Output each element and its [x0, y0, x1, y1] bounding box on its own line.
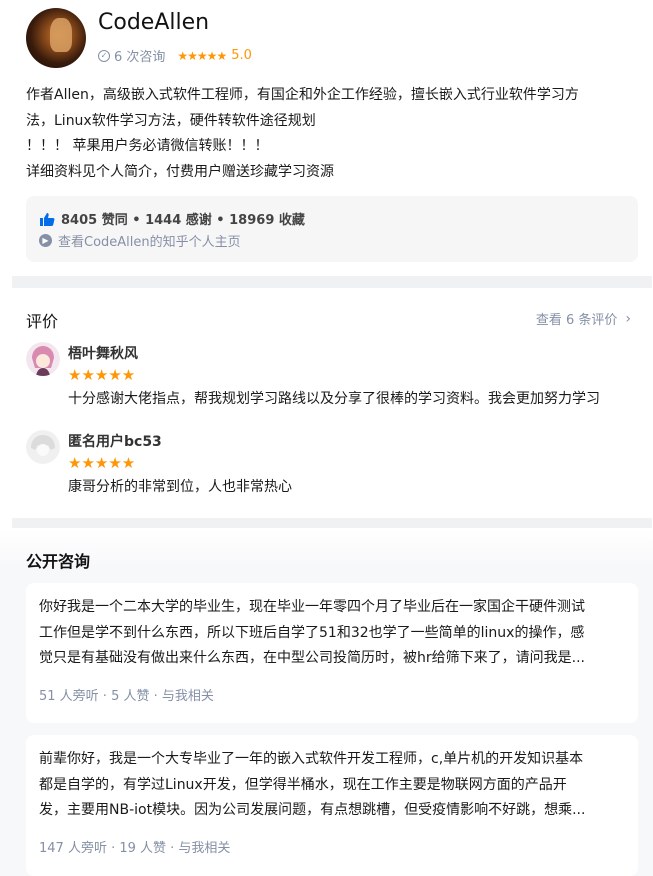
question-line: 你好我是一个二本大学的毕业生，现在毕业一年零四个月了毕业后在一家国企干硬件测试: [39, 599, 585, 615]
stats-card: 8405 赞同 • 1444 感谢 • 18969 收藏 ▶ 查看CodeAll…: [26, 196, 638, 262]
profile-name[interactable]: CodeAllen: [98, 10, 209, 35]
consult-count: 6 次咨询: [114, 50, 166, 65]
check-circle-icon: ✓: [98, 49, 110, 62]
arrow-right-circle-icon: ▶: [39, 234, 52, 247]
reviewer-name: 匿名用户bc53: [68, 434, 162, 450]
view-all-reviews-text: 查看 6 条评价: [535, 313, 618, 328]
profile-meta: ✓ 6 次咨询 ★★★★★ 5.0: [98, 46, 252, 65]
question-line: 发，主要用NB-iot模块。因为公司发展问题，有点想跳槽，但受疫情影响不好跳，想…: [39, 802, 586, 818]
question-line: 前辈你好，我是一个大专毕业了一年的嵌入式软件开发工程师，c,单片机的开发知识基本: [39, 751, 584, 767]
profile-avatar[interactable]: [26, 8, 86, 68]
rating-stars: ★★★★★: [177, 48, 227, 63]
view-all-reviews-link[interactable]: 查看 6 条评价 ›: [535, 309, 631, 329]
question-line: 工作但是学不到什么东西，所以下班后自学了51和32也学了一些简单的linux的操…: [39, 624, 585, 641]
intro-line: 作者Allen，高级嵌入式软件工程师，有国企和外企工作经验，擅长嵌入式行业软件学…: [26, 87, 579, 103]
stats-line: 8405 赞同 • 1444 感谢 • 18969 收藏: [39, 209, 305, 228]
intro-line: ！！！ 苹果用户务必请微信转账！！！: [26, 138, 269, 154]
consult-meta: 51 人旁听 · 5 人赞 · 与我相关: [39, 689, 214, 704]
review-item: 梧叶舞秋风 ★★★★★ 十分感谢大佬指点，帮我规划学习路线以及分享了很棒的学习资…: [26, 342, 653, 422]
reviews-section: 评价 查看 6 条评价 › 梧叶舞秋风 ★★★★★ 十分感谢大佬指点，帮我规划学…: [0, 290, 653, 520]
reviews-title: 评价: [26, 312, 59, 331]
review-text: 十分感谢大佬指点，帮我规划学习路线以及分享了很棒的学习资料。我会更加努力学习: [68, 391, 600, 407]
intro-line: 详细资料见个人简介，付费用户赠送珍藏学习资源: [26, 163, 334, 180]
consult-meta: 147 人旁听 · 19 人赞 · 与我相关: [39, 841, 231, 856]
question-line: 都是自学的，有学过Linux开发，但学得半桶水，现在工作主要是物联网方面的产品开: [39, 776, 567, 793]
intro-line: 法，Linux软件学习方法，硬件转软件途径规划: [26, 112, 316, 129]
homepage-link-text: 查看CodeAllen的知乎个人主页: [58, 235, 241, 250]
profile-intro: 作者Allen，高级嵌入式软件工程师，有国企和外企工作经验，擅长嵌入式行业软件学…: [26, 83, 631, 185]
profile-section: CodeAllen ✓ 6 次咨询 ★★★★★ 5.0 作者Allen，高级嵌入…: [0, 0, 653, 276]
review-text: 康哥分析的非常到位，人也非常热心: [68, 479, 292, 495]
section-divider: [12, 276, 652, 288]
reviewer-avatar[interactable]: [26, 342, 60, 376]
consult-card[interactable]: 前辈你好，我是一个大专毕业了一年的嵌入式软件开发工程师，c,单片机的开发知识基本…: [26, 735, 638, 876]
consult-card[interactable]: 你好我是一个二本大学的毕业生，现在毕业一年零四个月了毕业后在一家国企干硬件测试 …: [26, 583, 638, 723]
review-stars: ★★★★★: [68, 366, 136, 384]
thumbs-up-icon: [40, 212, 55, 226]
question-line: 觉只是有基础没有做出来什么东西，在中型公司投简历时，被hr给筛下来了，请问我是.…: [39, 650, 585, 666]
chevron-right-icon: ›: [625, 310, 631, 327]
stats-text: 8405 赞同 • 1444 感谢 • 18969 收藏: [61, 213, 305, 228]
homepage-link[interactable]: ▶ 查看CodeAllen的知乎个人主页: [39, 231, 241, 250]
review-stars: ★★★★★: [68, 454, 136, 472]
consult-question: 前辈你好，我是一个大专毕业了一年的嵌入式软件开发工程师，c,单片机的开发知识基本…: [39, 747, 631, 824]
consult-section: 公开咨询 你好我是一个二本大学的毕业生，现在毕业一年零四个月了毕业后在一家国企干…: [0, 528, 653, 876]
reviewer-name: 梧叶舞秋风: [68, 346, 138, 362]
rating-score: 5.0: [231, 48, 252, 63]
consult-title: 公开咨询: [26, 552, 91, 571]
reviewer-avatar[interactable]: [26, 430, 60, 464]
review-item: 匿名用户bc53 ★★★★★ 康哥分析的非常到位，人也非常热心: [26, 430, 653, 510]
consult-question: 你好我是一个二本大学的毕业生，现在毕业一年零四个月了毕业后在一家国企干硬件测试 …: [39, 595, 631, 672]
